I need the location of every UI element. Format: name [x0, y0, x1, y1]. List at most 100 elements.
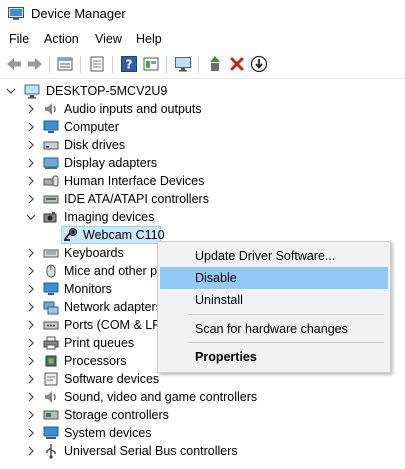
- context-menu: Update Driver Software... Disable Uninst…: [157, 241, 391, 373]
- menu-file[interactable]: File: [9, 32, 29, 46]
- tree-item-label: Processors: [64, 354, 127, 368]
- menu-separator: [188, 314, 384, 315]
- chevron-right-icon[interactable]: [26, 373, 36, 385]
- toolbar-separator: [166, 56, 167, 73]
- computer-icon: [24, 84, 40, 99]
- chevron-right-icon[interactable]: [26, 121, 36, 133]
- chevron-right-icon[interactable]: [26, 157, 36, 169]
- tree-item-display-adapters[interactable]: Display adapters: [0, 154, 405, 172]
- tree-item-label: Computer: [64, 120, 119, 134]
- menu-item-label: Update Driver Software...: [195, 249, 336, 263]
- tree-item-storage-controllers[interactable]: Storage controllers: [0, 406, 405, 424]
- tree-item-label: Universal Serial Bus controllers: [64, 444, 238, 458]
- tree-item-label: Software devices: [64, 372, 160, 386]
- tree-item-computer[interactable]: Computer: [0, 118, 405, 136]
- back-icon[interactable]: [5, 55, 23, 73]
- menu-help[interactable]: Help: [136, 32, 162, 46]
- tree-item-imaging-devices[interactable]: Imaging devices: [0, 208, 405, 226]
- tree-root-label: DESKTOP-5MCV2U9: [46, 84, 168, 98]
- toolbar-separator: [80, 56, 81, 73]
- update-driver-icon[interactable]: [206, 55, 224, 73]
- tree-item-disk-drives[interactable]: Disk drives: [0, 136, 405, 154]
- tree-item-label: IDE ATA/ATAPI controllers: [64, 192, 209, 206]
- tree-item-usb-controllers[interactable]: Universal Serial Bus controllers: [0, 442, 405, 460]
- chevron-right-icon[interactable]: [26, 319, 36, 331]
- webcam-icon: [64, 228, 77, 241]
- chevron-right-icon[interactable]: [26, 445, 36, 457]
- chevron-right-icon[interactable]: [26, 427, 36, 439]
- chevron-right-icon[interactable]: [26, 283, 36, 295]
- uninstall-menu-item[interactable]: Uninstall: [160, 289, 388, 311]
- menu-item-label: Uninstall: [195, 293, 243, 307]
- tree-root[interactable]: DESKTOP-5MCV2U9: [0, 82, 405, 100]
- menu-separator: [188, 342, 384, 343]
- tree-item-label: Human Interface Devices: [64, 174, 205, 188]
- disable-menu-item[interactable]: Disable: [160, 267, 388, 289]
- tree-item-label: Imaging devices: [64, 210, 155, 224]
- tree-item-audio[interactable]: Audio inputs and outputs: [0, 100, 405, 118]
- chevron-right-icon[interactable]: [26, 139, 36, 151]
- monitor-icon: [43, 282, 59, 295]
- panel-icon[interactable]: [142, 55, 160, 73]
- scan-hardware-menu-item[interactable]: Scan for hardware changes: [160, 318, 388, 340]
- chevron-right-icon[interactable]: [26, 355, 36, 367]
- chevron-right-icon[interactable]: [26, 103, 36, 115]
- mouse-icon: [46, 264, 56, 278]
- tree-item-label: Disk drives: [64, 138, 126, 152]
- menu-action[interactable]: Action: [44, 32, 79, 46]
- hid-icon: [43, 175, 59, 187]
- monitor-icon: [43, 120, 59, 133]
- processor-icon: [45, 355, 57, 367]
- help-icon[interactable]: ?: [120, 55, 138, 73]
- menu-view[interactable]: View: [95, 32, 122, 46]
- tree-item-label: Keyboards: [64, 246, 124, 260]
- svg-text:?: ?: [126, 58, 133, 72]
- software-device-icon: [44, 372, 58, 386]
- chevron-right-icon[interactable]: [26, 247, 36, 259]
- menu-bar: File Action View Help: [0, 29, 405, 51]
- display-adapter-icon: [43, 157, 59, 169]
- update-driver-menu-item[interactable]: Update Driver Software...: [160, 245, 388, 267]
- network-adapter-icon: [43, 301, 59, 315]
- disk-drive-icon: [43, 141, 59, 150]
- tree-item-label: Sound, video and game controllers: [64, 390, 258, 404]
- chevron-right-icon[interactable]: [26, 175, 36, 187]
- tree-item-sound-controllers[interactable]: Sound, video and game controllers: [0, 388, 405, 406]
- properties-menu-item[interactable]: Properties: [160, 346, 388, 368]
- toolbar-separator: [112, 56, 113, 73]
- chevron-down-icon[interactable]: [6, 85, 16, 97]
- tree-item-label: System devices: [64, 426, 152, 440]
- chevron-right-icon[interactable]: [26, 301, 36, 313]
- properties-icon[interactable]: [56, 55, 74, 73]
- usb-icon: [46, 444, 56, 459]
- storage-controller-icon: [43, 410, 59, 420]
- title-bar: Device Manager: [0, 0, 405, 29]
- disable-device-icon[interactable]: [250, 55, 268, 73]
- chevron-down-icon[interactable]: [26, 211, 36, 223]
- menu-item-label: Properties: [195, 350, 257, 364]
- forward-icon[interactable]: [26, 55, 44, 73]
- tree-item-system-devices[interactable]: System devices: [0, 424, 405, 442]
- chevron-right-icon[interactable]: [26, 409, 36, 421]
- tree-item-hid[interactable]: Human Interface Devices: [0, 172, 405, 190]
- system-device-icon: [43, 426, 59, 439]
- chevron-right-icon[interactable]: [26, 265, 36, 277]
- chevron-right-icon[interactable]: [26, 193, 36, 205]
- printer-icon: [43, 336, 59, 350]
- window-title: Device Manager: [31, 6, 126, 21]
- sheet-icon[interactable]: [88, 55, 106, 73]
- tree-item-ide[interactable]: IDE ATA/ATAPI controllers: [0, 190, 405, 208]
- chevron-right-icon[interactable]: [26, 391, 36, 403]
- speaker-icon: [45, 391, 56, 403]
- tree-item-label: Monitors: [64, 282, 112, 296]
- tree-item-label: Webcam C110: [83, 228, 165, 242]
- toolbar: ?: [0, 51, 405, 79]
- tree-item-label: Storage controllers: [64, 408, 169, 422]
- port-icon: [43, 321, 59, 330]
- tree-item-label: Audio inputs and outputs: [64, 102, 202, 116]
- monitor-scan-icon[interactable]: [174, 55, 192, 73]
- chevron-right-icon[interactable]: [26, 337, 36, 349]
- toolbar-separator: [49, 56, 50, 73]
- menu-item-label: Disable: [195, 271, 237, 285]
- uninstall-icon[interactable]: [228, 55, 246, 73]
